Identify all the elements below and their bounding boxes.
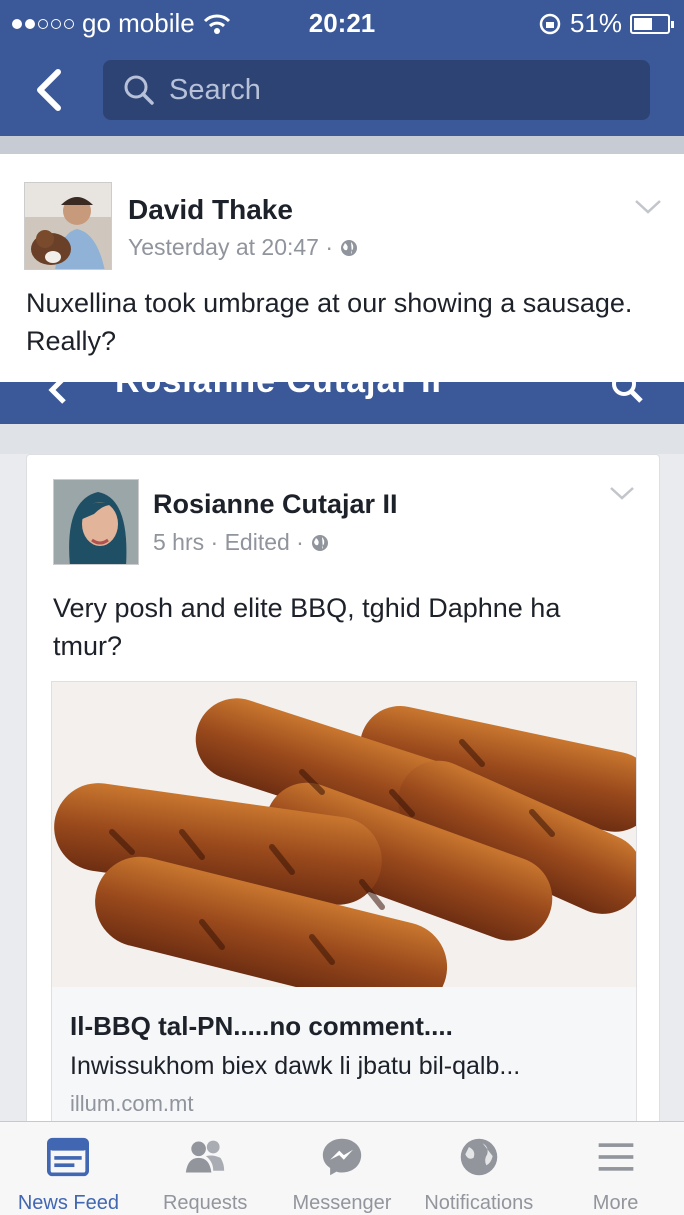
tab-label: More xyxy=(592,1192,639,1214)
battery-percent: 51% xyxy=(569,8,622,38)
post-timestamp[interactable]: Yesterday at 20:47 · xyxy=(128,234,333,261)
link-domain: illum.com.mt xyxy=(70,1091,194,1116)
post-timestamp[interactable]: 5 hrs · Edited · xyxy=(153,529,304,556)
post-author[interactable]: David Thake xyxy=(128,194,293,226)
battery-icon xyxy=(630,13,674,34)
tab-label: Requests xyxy=(162,1192,248,1214)
status-bar: go mobile 20:21 51% xyxy=(0,0,684,44)
post-text: Nuxellina took umbrage at our showing a … xyxy=(26,288,633,356)
link-image[interactable] xyxy=(52,682,636,987)
news-feed-icon xyxy=(47,1137,90,1177)
post-meta: Yesterday at 20:47 · xyxy=(128,234,359,261)
menu-icon xyxy=(598,1143,633,1171)
background-header-title: Rosianne Cutajar II xyxy=(115,382,442,401)
tab-label: News Feed xyxy=(17,1192,119,1214)
tab-requests[interactable]: Requests xyxy=(137,1122,274,1215)
link-info[interactable]: Il-BBQ tal-PN.....no comment.... Inwissu… xyxy=(52,987,636,1135)
back-icon xyxy=(48,382,66,404)
link-description: Inwissukhom biex dawk li jbatu bil-qalb.… xyxy=(70,1052,521,1080)
rotation-lock-icon xyxy=(539,13,561,34)
search-placeholder: Search xyxy=(169,73,261,106)
requests-icon xyxy=(186,1140,225,1173)
link-title[interactable]: Il-BBQ tal-PN.....no comment.... xyxy=(70,1011,620,1042)
status-right: 51% xyxy=(538,8,674,39)
globe-icon xyxy=(460,1138,498,1176)
avatar[interactable] xyxy=(24,182,112,270)
link-preview[interactable]: Il-BBQ tal-PN.....no comment.... Inwissu… xyxy=(51,681,637,1135)
tab-label: Notifications xyxy=(424,1192,534,1214)
globe-icon xyxy=(341,239,358,256)
nav-bar: Search xyxy=(0,44,684,136)
search-icon xyxy=(612,382,643,403)
post-text: Very posh and elite BBQ, tghid Daphne ha… xyxy=(53,593,561,661)
search-icon xyxy=(124,75,154,105)
tab-news-feed[interactable]: News Feed xyxy=(0,1122,137,1215)
post-author[interactable]: Rosianne Cutajar II xyxy=(153,489,398,520)
tab-messenger[interactable]: Messenger xyxy=(274,1122,411,1215)
tab-label: Messenger xyxy=(292,1192,392,1214)
tab-more[interactable]: More xyxy=(547,1122,684,1215)
background-feed-gap xyxy=(0,424,684,454)
messenger-icon xyxy=(322,1138,362,1176)
globe-icon xyxy=(311,534,328,551)
nav-shadow xyxy=(0,136,684,154)
chevron-down-icon[interactable] xyxy=(634,198,662,216)
post-meta: 5 hrs · Edited · xyxy=(153,529,330,556)
post-rosianne-cutajar: Rosianne Cutajar II 5 hrs · Edited · Ver… xyxy=(26,454,660,1135)
avatar[interactable] xyxy=(53,479,139,565)
post-david-thake: David Thake Yesterday at 20:47 · Nuxelli… xyxy=(0,154,684,382)
search-input[interactable]: Search xyxy=(103,60,650,120)
back-icon[interactable] xyxy=(24,62,74,118)
tab-bar: News Feed Requests Messenger Notificatio… xyxy=(0,1121,684,1215)
tab-notifications[interactable]: Notifications xyxy=(410,1122,547,1215)
background-header: Rosianne Cutajar II xyxy=(0,382,684,424)
chevron-down-icon[interactable] xyxy=(609,485,635,501)
